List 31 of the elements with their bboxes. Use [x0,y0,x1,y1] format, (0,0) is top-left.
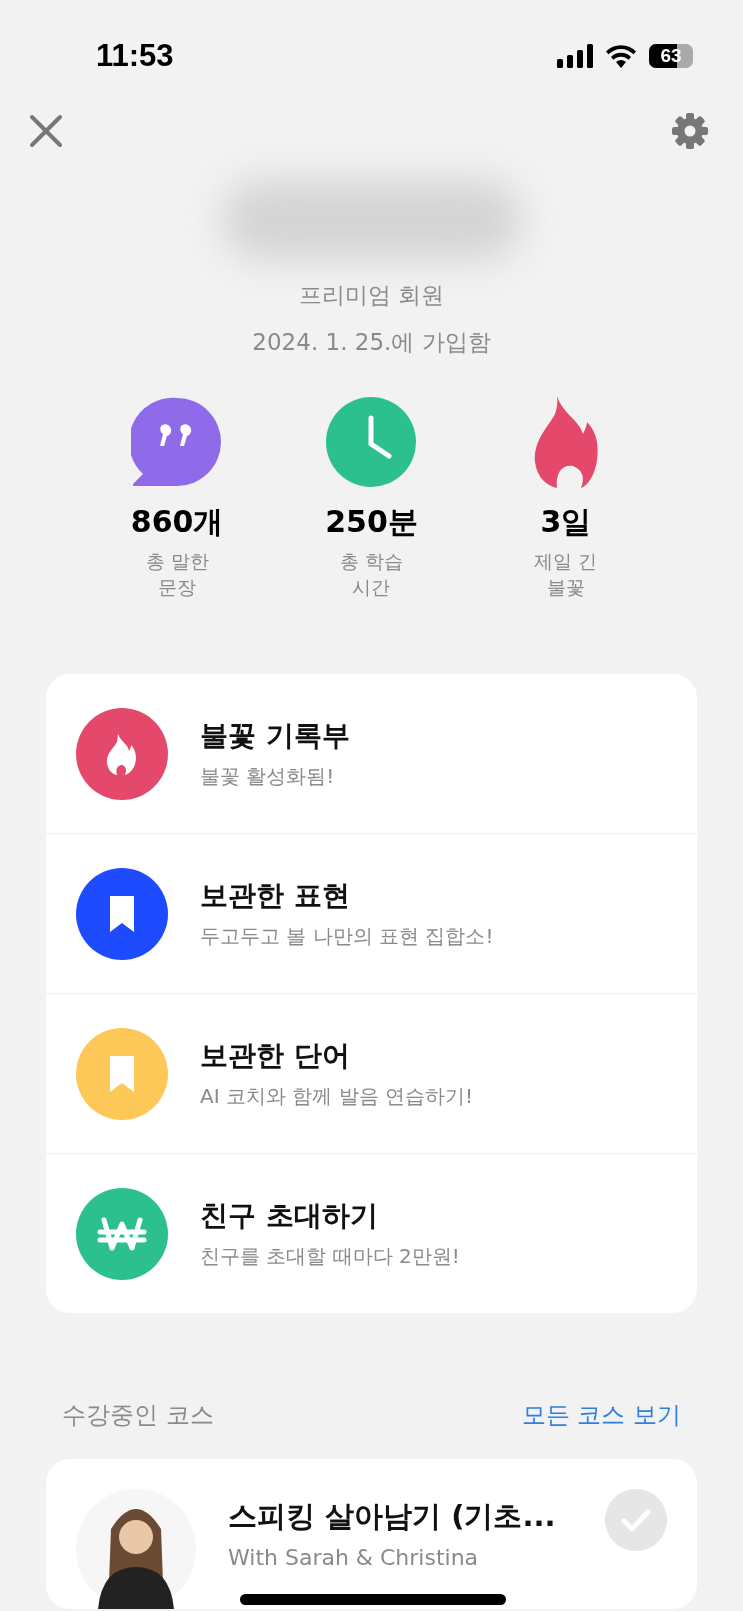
close-icon[interactable] [29,114,63,148]
join-date: 2024. 1. 25.에 가입함 [251,328,492,357]
menu-title: 보관한 단어 [200,1038,351,1075]
menu-title: 보관한 표현 [200,878,351,915]
stat-label: 총 말한 문장 [145,549,209,600]
course-card[interactable]: 스피킹 살아남기 (기초... With Sarah & Christina [46,1459,697,1610]
wifi-icon [605,44,637,68]
section-title: 수강중인 코스 [62,1400,214,1432]
stat-label: 제일 긴 불꽃 [534,549,598,600]
menu-subtitle: 불꽃 활성화됨! [200,763,336,791]
menu-subtitle: 친구를 초대할 때마다 2만원! [200,1243,460,1271]
stat-value: 250분 [325,503,418,541]
menu-item[interactable]: 보관한 표현 두고두고 볼 나만의 표현 집합소! [46,834,697,995]
stat-value: 860개 [130,503,224,541]
menu-title: 친구 초대하기 [200,1198,379,1235]
course-title: 스피킹 살아남기 (기초... [228,1498,557,1536]
menu-item[interactable]: 보관한 단어 AI 코치와 함께 발음 연습하기! [46,994,697,1155]
menu-item[interactable]: 친구 초대하기 친구를 초대할 때마다 2만원! [46,1154,697,1314]
stat-value: 3일 [540,503,592,541]
settings-icon[interactable] [671,112,709,150]
check-icon[interactable] [605,1489,667,1552]
course-subtitle: With Sarah & Christina [228,1545,480,1571]
menu-subtitle: 두고두고 볼 나만의 표현 집합소! [200,923,494,951]
view-all-courses-link[interactable]: 모든 코스 보기 [521,1399,681,1432]
signal-icon [557,44,593,68]
menu-title: 불꽃 기록부 [200,718,350,755]
menu-subtitle: AI 코치와 함께 발음 연습하기! [200,1083,474,1111]
status-time: 11:53 [96,38,174,74]
stat-label: 총 학습 시간 [339,549,403,600]
membership-label: 프리미엄 회원 [297,281,446,310]
menu-item[interactable]: 불꽃 기록부 불꽃 활성화됨! [46,674,697,835]
